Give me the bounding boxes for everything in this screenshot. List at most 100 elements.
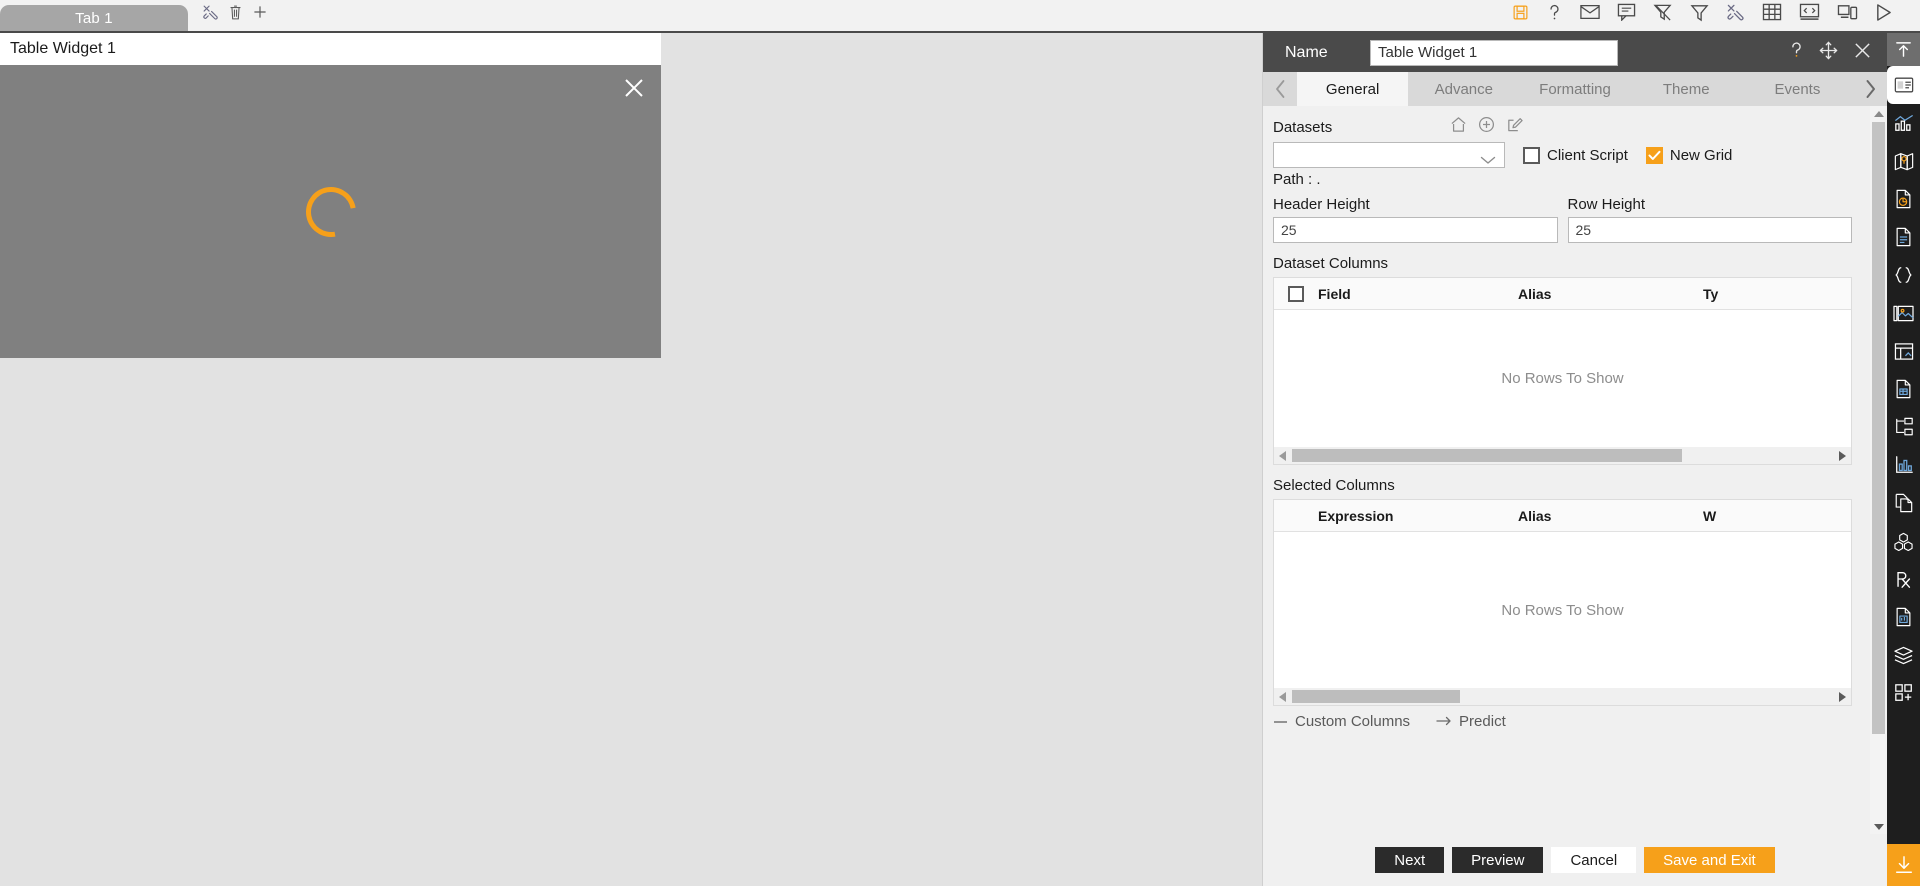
rail-item-prescription[interactable] [1887, 560, 1920, 598]
tab-prev-button[interactable] [1263, 72, 1297, 106]
move-icon[interactable] [1819, 41, 1838, 65]
predict-label: Predict [1459, 713, 1506, 730]
rail-item-images[interactable] [1887, 294, 1920, 332]
hscroll-track[interactable] [1292, 690, 1833, 703]
rail-item-cubes[interactable] [1887, 522, 1920, 560]
client-script-checkbox[interactable]: Client Script [1523, 147, 1628, 164]
tab-formatting[interactable]: Formatting [1519, 72, 1630, 106]
cancel-button[interactable]: Cancel [1551, 847, 1636, 873]
hscroll-track[interactable] [1292, 449, 1833, 462]
save-and-exit-button[interactable]: Save and Exit [1644, 847, 1775, 873]
devices-icon[interactable] [1837, 3, 1858, 27]
trash-icon[interactable] [228, 4, 243, 26]
rail-item-charts[interactable] [1887, 104, 1920, 142]
rail-item-doc-chart[interactable] [1887, 598, 1920, 636]
scroll-left-icon[interactable] [1274, 692, 1292, 702]
scroll-down-icon[interactable] [1870, 818, 1887, 834]
rail-item-widgets[interactable] [1887, 66, 1920, 104]
home-icon[interactable] [1450, 116, 1467, 138]
rail-item-code[interactable] [1887, 256, 1920, 294]
rail-item-hierarchy[interactable] [1887, 408, 1920, 446]
scroll-right-icon[interactable] [1833, 692, 1851, 702]
rail-item-maps[interactable] [1887, 142, 1920, 180]
select-all-checkbox[interactable] [1274, 286, 1318, 302]
play-icon[interactable] [1875, 3, 1892, 27]
download-icon[interactable] [1887, 844, 1920, 886]
rail-item-reports[interactable] [1887, 180, 1920, 218]
extra-links-row: Custom Columns Predict [1273, 713, 1852, 730]
mail-icon[interactable] [1580, 4, 1600, 25]
edit-icon[interactable] [1506, 116, 1523, 138]
tab-events[interactable]: Events [1742, 72, 1853, 106]
clear-filter-icon[interactable] [1653, 3, 1673, 27]
rail-item-layers[interactable] [1887, 636, 1920, 674]
rail-item-tables[interactable] [1887, 332, 1920, 370]
dataset-columns-hscrollbar[interactable] [1274, 447, 1851, 464]
help-icon[interactable] [1789, 41, 1804, 64]
top-toolbar-icons [1512, 0, 1920, 31]
column-header-type[interactable]: Ty [1703, 286, 1763, 302]
new-grid-checkbox[interactable]: New Grid [1646, 147, 1733, 164]
tab-theme[interactable]: Theme [1631, 72, 1742, 106]
checkbox-box [1288, 286, 1304, 302]
rail-item-axis-chart[interactable] [1887, 446, 1920, 484]
tab-general[interactable]: General [1297, 72, 1408, 106]
tools-icon[interactable] [1726, 3, 1745, 27]
panel-header: Name [1263, 33, 1887, 72]
widget-name-input[interactable] [1370, 40, 1618, 66]
tab-advance[interactable]: Advance [1408, 72, 1519, 106]
predict-link[interactable]: Predict [1436, 713, 1506, 730]
custom-columns-link[interactable]: Custom Columns [1273, 713, 1410, 730]
right-toolbar-rail [1887, 33, 1920, 886]
column-header-field[interactable]: Field [1318, 286, 1518, 302]
selected-columns-title: Selected Columns [1273, 477, 1852, 494]
vscroll-track[interactable] [1870, 122, 1887, 818]
dataset-path-row: Path : . [1273, 171, 1852, 188]
table-widget[interactable]: Table Widget 1 [0, 33, 661, 358]
widget-close-icon[interactable] [621, 75, 647, 101]
header-height-label: Header Height [1273, 196, 1558, 213]
rail-item-documents[interactable] [1887, 218, 1920, 256]
tools-icon[interactable] [202, 4, 219, 26]
help-icon[interactable] [1546, 3, 1563, 27]
column-header-expression[interactable]: Expression [1318, 508, 1518, 524]
dataset-select-row: Client Script New Grid [1273, 142, 1852, 168]
document-tab-1[interactable]: Tab 1 [0, 5, 188, 31]
vscroll-thumb[interactable] [1872, 122, 1885, 734]
plus-icon[interactable] [252, 4, 268, 25]
column-header-width[interactable]: W [1703, 508, 1763, 524]
save-icon[interactable] [1512, 4, 1529, 26]
row-height-label: Row Height [1568, 196, 1853, 213]
close-icon[interactable] [1853, 41, 1872, 65]
hscroll-thumb[interactable] [1292, 449, 1682, 462]
tab-next-button[interactable] [1853, 72, 1887, 106]
dataset-columns-empty-text: No Rows To Show [1501, 370, 1623, 387]
rail-item-report-docs[interactable] [1887, 370, 1920, 408]
scroll-up-icon[interactable] [1870, 106, 1887, 122]
code-icon[interactable] [1799, 3, 1820, 26]
tab-tools-group [188, 0, 268, 31]
panel-vscrollbar[interactable] [1870, 106, 1887, 834]
preview-button[interactable]: Preview [1452, 847, 1543, 873]
hscroll-thumb[interactable] [1292, 690, 1460, 703]
column-header-alias[interactable]: Alias [1518, 286, 1703, 302]
column-header-alias[interactable]: Alias [1518, 508, 1703, 524]
collapse-up-icon[interactable] [1887, 33, 1920, 66]
checkbox-box-checked [1646, 147, 1663, 164]
rail-item-copy[interactable] [1887, 484, 1920, 522]
scroll-right-icon[interactable] [1833, 451, 1851, 461]
next-button[interactable]: Next [1375, 847, 1444, 873]
filter-icon[interactable] [1690, 3, 1709, 27]
rail-item-add-grid[interactable] [1887, 674, 1920, 712]
comment-icon[interactable] [1617, 3, 1636, 26]
add-circle-icon[interactable] [1478, 116, 1495, 138]
header-height-input[interactable] [1273, 217, 1558, 243]
document-tab-label: Tab 1 [75, 10, 113, 27]
application-root: Tab 1 [0, 0, 1920, 886]
table-icon[interactable] [1762, 3, 1782, 26]
selected-columns-hscrollbar[interactable] [1274, 688, 1851, 705]
scroll-left-icon[interactable] [1274, 451, 1292, 461]
dataset-select[interactable] [1273, 142, 1505, 168]
row-height-input[interactable] [1568, 217, 1853, 243]
datasets-row: Datasets [1273, 116, 1852, 138]
